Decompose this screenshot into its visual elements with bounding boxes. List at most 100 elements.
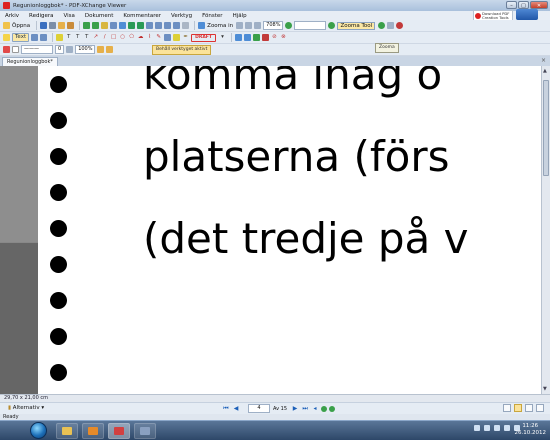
last-page-button[interactable]: ⏭: [301, 405, 309, 413]
tracker-software-logo-icon[interactable]: [516, 9, 538, 20]
hand-tool-icon[interactable]: [101, 22, 109, 29]
open-button[interactable]: Öppna: [12, 23, 30, 29]
save-icon[interactable]: [40, 22, 48, 29]
maximize-button[interactable]: □: [518, 1, 529, 9]
first-page-button[interactable]: ⏮: [222, 405, 230, 413]
menu-redigera[interactable]: Redigera: [24, 13, 58, 19]
undo-icon[interactable]: [83, 22, 91, 29]
attach-file-icon[interactable]: [234, 34, 242, 41]
taskbar-explorer[interactable]: [56, 423, 78, 439]
rotate-icon[interactable]: [182, 22, 190, 29]
keep-tool-icon[interactable]: [106, 46, 114, 53]
scroll-down-icon[interactable]: ▼: [543, 386, 547, 392]
strikeout-icon[interactable]: T: [74, 34, 81, 41]
menu-arkiv[interactable]: Arkiv: [0, 13, 24, 19]
previous-page-button[interactable]: ◀: [232, 405, 240, 413]
area-icon[interactable]: [261, 34, 269, 41]
sticky-note-icon[interactable]: [3, 34, 10, 41]
pen-icon[interactable]: ✒: [182, 34, 189, 41]
menu-dokument[interactable]: Dokument: [80, 13, 119, 19]
redo-icon[interactable]: [92, 22, 100, 29]
menu-verktyg[interactable]: Verktyg: [166, 13, 197, 19]
rectangle-icon[interactable]: □: [110, 34, 117, 41]
network-icon[interactable]: [484, 425, 490, 431]
draft-stamp-button[interactable]: DRAFT: [191, 33, 216, 42]
textbox-icon[interactable]: [31, 34, 39, 41]
zoom-in-icon[interactable]: [198, 22, 206, 29]
opacity-field[interactable]: 100%: [75, 45, 96, 54]
zoom-plus-icon[interactable]: [328, 22, 336, 29]
zoom-slider[interactable]: [294, 21, 327, 30]
sound-icon[interactable]: [243, 34, 251, 41]
eraser-icon[interactable]: [173, 34, 181, 41]
select-text-icon[interactable]: [110, 22, 118, 29]
zoom-out-icon[interactable]: [285, 22, 293, 29]
line-color-icon[interactable]: [3, 46, 10, 53]
prev-page-icon[interactable]: [155, 22, 163, 29]
current-page-input[interactable]: 4: [248, 404, 270, 413]
taskbar-app[interactable]: [134, 423, 156, 439]
pencil-icon[interactable]: ✎: [155, 34, 162, 41]
single-page-view-icon[interactable]: [503, 404, 511, 412]
distance-icon[interactable]: ⊘: [271, 34, 278, 41]
line-width-field[interactable]: 0: [55, 45, 65, 54]
facing-view-icon[interactable]: [525, 404, 533, 412]
squiggly-icon[interactable]: T: [83, 34, 90, 41]
email-icon[interactable]: [58, 22, 66, 29]
system-clock[interactable]: 11:26 26.10.2012: [515, 423, 547, 437]
eye-icon[interactable]: [396, 22, 404, 29]
continuous-facing-view-icon[interactable]: [536, 404, 544, 412]
zoom-level-field[interactable]: 708%: [263, 21, 284, 30]
typewriter-text-button[interactable]: Text: [12, 33, 30, 42]
menu-fonster[interactable]: Fönster: [197, 13, 228, 19]
forward-view-icon[interactable]: [329, 405, 336, 412]
last-page-icon[interactable]: [173, 22, 181, 29]
page-view-icon[interactable]: [387, 22, 395, 29]
cloud-icon[interactable]: ☁: [137, 34, 144, 41]
oval-icon[interactable]: ○: [119, 34, 126, 41]
vertical-scrollbar[interactable]: ▲ ▼: [541, 66, 550, 394]
perimeter-icon[interactable]: ⊗: [280, 34, 287, 41]
fill-color-icon[interactable]: [12, 46, 19, 53]
menu-hjalp[interactable]: Hjälp: [228, 13, 252, 19]
menu-kommentarer[interactable]: Kommentarer: [118, 13, 166, 19]
print-icon[interactable]: [49, 22, 57, 29]
scroll-up-icon[interactable]: ▲: [543, 68, 547, 74]
chevron-down-icon[interactable]: ▾: [219, 34, 226, 41]
next-page-icon[interactable]: [164, 22, 172, 29]
properties-icon[interactable]: [97, 46, 105, 53]
underline-icon[interactable]: T: [65, 34, 72, 41]
fit-width-icon[interactable]: [254, 22, 262, 29]
battery-icon[interactable]: [504, 425, 510, 431]
scan-icon[interactable]: [67, 22, 75, 29]
polyline-icon[interactable]: ⌇: [146, 34, 153, 41]
opacity-icon[interactable]: [66, 46, 74, 53]
green-status-icon[interactable]: [378, 22, 386, 29]
close-button[interactable]: ✕: [530, 1, 548, 9]
volume-icon[interactable]: [494, 425, 500, 431]
callout-icon[interactable]: [40, 34, 48, 41]
first-page-icon[interactable]: [146, 22, 154, 29]
line-style-dropdown[interactable]: ———: [21, 45, 53, 54]
menu-visa[interactable]: Visa: [58, 13, 79, 19]
measure-icon[interactable]: [252, 34, 260, 41]
minimize-button[interactable]: –: [506, 1, 517, 9]
highlight-icon[interactable]: [56, 34, 64, 41]
open-folder-icon[interactable]: [3, 22, 10, 29]
snapshot-icon[interactable]: [119, 22, 127, 29]
actual-size-icon[interactable]: [236, 22, 244, 29]
back-view-icon[interactable]: [321, 405, 328, 412]
next-page-button[interactable]: ▶: [291, 405, 299, 413]
close-tab-icon[interactable]: ×: [541, 57, 546, 64]
continuous-view-icon[interactable]: [514, 404, 522, 412]
forward-icon[interactable]: [137, 22, 145, 29]
line-icon[interactable]: /: [101, 34, 108, 41]
polygon-icon[interactable]: ⬠: [128, 34, 135, 41]
taskbar-media-player[interactable]: [82, 423, 104, 439]
back-icon[interactable]: [128, 22, 136, 29]
document-workspace[interactable]: komma ihåg o platserna (förs (det tredje…: [0, 66, 541, 394]
alternatives-button[interactable]: ▮ Alternativ ▾: [8, 405, 44, 411]
stamp-icon[interactable]: [164, 34, 172, 41]
previous-view-button[interactable]: ◂: [311, 405, 319, 413]
start-button[interactable]: [30, 422, 47, 439]
